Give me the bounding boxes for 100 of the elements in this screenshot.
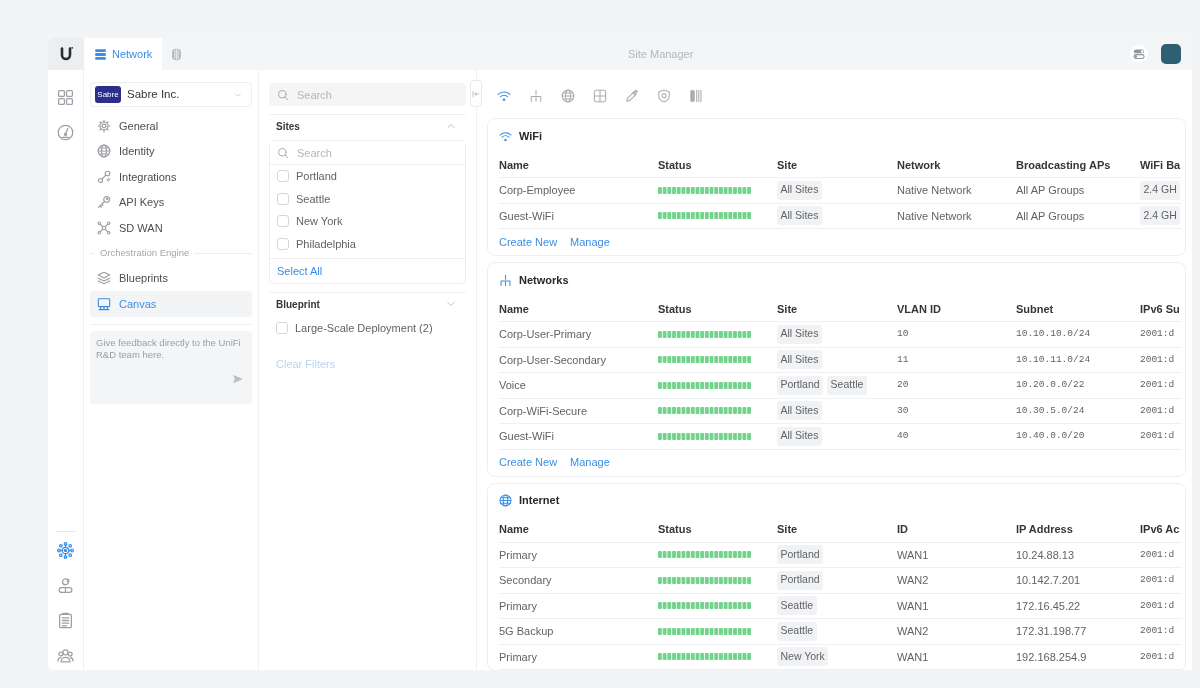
action-link[interactable]: Create New: [499, 454, 558, 471]
checkbox[interactable]: [277, 192, 289, 205]
tag: All Sites: [777, 180, 822, 200]
sidebar-item[interactable]: General: [90, 113, 252, 139]
site-search-field[interactable]: Search: [270, 141, 465, 165]
tag: All Sites: [777, 350, 822, 370]
pencil-icon[interactable]: [625, 89, 639, 103]
checkbox[interactable]: [277, 170, 289, 183]
row-value: 20: [897, 378, 909, 393]
globe-icon[interactable]: [561, 89, 575, 103]
hierarchy-icon[interactable]: [529, 89, 543, 103]
users-icon[interactable]: [57, 647, 74, 664]
shield-icon[interactable]: [657, 89, 671, 103]
row-value: 10.24.88.13: [1016, 547, 1075, 563]
row-name: Corp-User-Primary: [499, 327, 592, 342]
column-header: IPv6 Su: [1140, 301, 1180, 317]
column-header: IP Address: [1016, 522, 1073, 537]
sidebar-item[interactable]: SD WAN: [90, 215, 252, 241]
section-title: Internet: [519, 493, 560, 509]
app-tab[interactable]: Network: [84, 38, 163, 70]
tag: Portland: [777, 545, 824, 565]
row-value: 10.142.7.201: [1016, 573, 1081, 588]
column-header: Broadcasting APs: [1016, 157, 1111, 173]
row-value: 2001:d: [1140, 352, 1175, 367]
wifi-icon[interactable]: [497, 89, 511, 103]
gear-icon: [97, 118, 111, 133]
column-header: VLAN ID: [897, 301, 941, 317]
link-icon: [97, 169, 111, 184]
grid-icon[interactable]: [57, 89, 74, 106]
row-value: 10: [897, 327, 909, 342]
tag: 2.4 GH: [1140, 180, 1181, 200]
filter-group-header[interactable]: Blueprint: [269, 293, 466, 315]
monitor-icon: [97, 296, 111, 311]
sidebar-item[interactable]: Identity: [90, 138, 252, 164]
filter-option[interactable]: Philadelphia: [270, 232, 465, 255]
row-value: All AP Groups: [1016, 208, 1085, 224]
row-value: 2001:d: [1140, 547, 1175, 562]
send-icon[interactable]: [232, 372, 244, 385]
row-value: WAN2: [897, 573, 929, 588]
row-value: 10.20.0.0/22: [1016, 378, 1085, 393]
row-value: 40: [897, 429, 909, 444]
column-header: ID: [897, 522, 908, 537]
sidebar-item[interactable]: Integrations: [90, 164, 252, 190]
clipboard-icon[interactable]: [57, 612, 74, 629]
filter-option[interactable]: Large-Scale Deployment (2): [269, 317, 466, 340]
collapse-button[interactable]: [470, 80, 482, 107]
action-link[interactable]: Manage: [570, 233, 610, 251]
column-header: Status: [658, 157, 692, 173]
row-value: 2001:d: [1140, 649, 1175, 664]
column-header: Site: [777, 157, 798, 173]
column-header: Status: [658, 301, 692, 317]
toggles-icon[interactable]: [1130, 45, 1148, 63]
feedback-field[interactable]: Give feedback directly to the UniFi R&D team here.: [90, 330, 252, 404]
key-icon: [97, 195, 111, 210]
filter-group-header[interactable]: Sites: [269, 115, 466, 137]
user-icon[interactable]: [57, 577, 74, 594]
org-dropdown[interactable]: Sabre Sabre Inc.: [90, 82, 252, 107]
section-title: WiFi: [519, 128, 543, 144]
hierarchy-icon: [499, 273, 512, 287]
column-header: Site: [777, 522, 798, 537]
search-field[interactable]: Search: [269, 83, 466, 106]
checkbox[interactable]: [277, 237, 289, 250]
row-name: Corp-Employee: [499, 183, 576, 198]
action-link[interactable]: Create New: [499, 233, 558, 251]
checkbox[interactable]: [277, 215, 289, 228]
sidebar-item[interactable]: Blueprints: [90, 265, 252, 291]
network-gear-icon[interactable]: [57, 542, 74, 559]
tag: Portland: [777, 570, 824, 590]
row-value: 30: [897, 403, 909, 418]
row-value: 10.10.11.0/24: [1016, 352, 1091, 367]
row-name: Primary: [499, 547, 537, 563]
gauge-icon[interactable]: [57, 124, 74, 141]
row-value: 2001:d: [1140, 624, 1175, 639]
sidebar-item[interactable]: API Keys: [90, 189, 252, 215]
network-nodes-icon: [97, 220, 111, 235]
tag: 2.4 GH: [1140, 206, 1181, 226]
avatar-placeholder[interactable]: [1161, 44, 1181, 64]
stack-icon: [94, 47, 107, 61]
filter-option[interactable]: Portland: [270, 165, 465, 188]
column-header: Name: [499, 301, 529, 317]
column-header: Site: [777, 301, 798, 317]
layers-icon: [97, 271, 111, 286]
select-all-link[interactable]: Select All: [277, 262, 323, 280]
striped-panel-icon[interactable]: [689, 89, 703, 103]
row-name: Voice: [499, 378, 526, 393]
column-header: Name: [499, 522, 529, 537]
tag: Portland: [777, 375, 824, 395]
row-value: WAN1: [897, 547, 929, 563]
row-value: Native Network: [897, 208, 972, 224]
filter-option[interactable]: Seattle: [270, 187, 465, 210]
tag: All Sites: [777, 426, 822, 446]
checkbox[interactable]: [276, 322, 288, 335]
org-logo: Sabre: [95, 86, 121, 103]
cylinder-icon: [170, 47, 184, 61]
action-link[interactable]: Manage: [570, 454, 610, 471]
row-value: 10.30.5.0/24: [1016, 403, 1085, 418]
filter-option[interactable]: New York: [270, 210, 465, 233]
column-header: Name: [499, 157, 529, 173]
row-value: 172.31.198.77: [1016, 624, 1087, 639]
grid-icon[interactable]: [593, 89, 607, 103]
